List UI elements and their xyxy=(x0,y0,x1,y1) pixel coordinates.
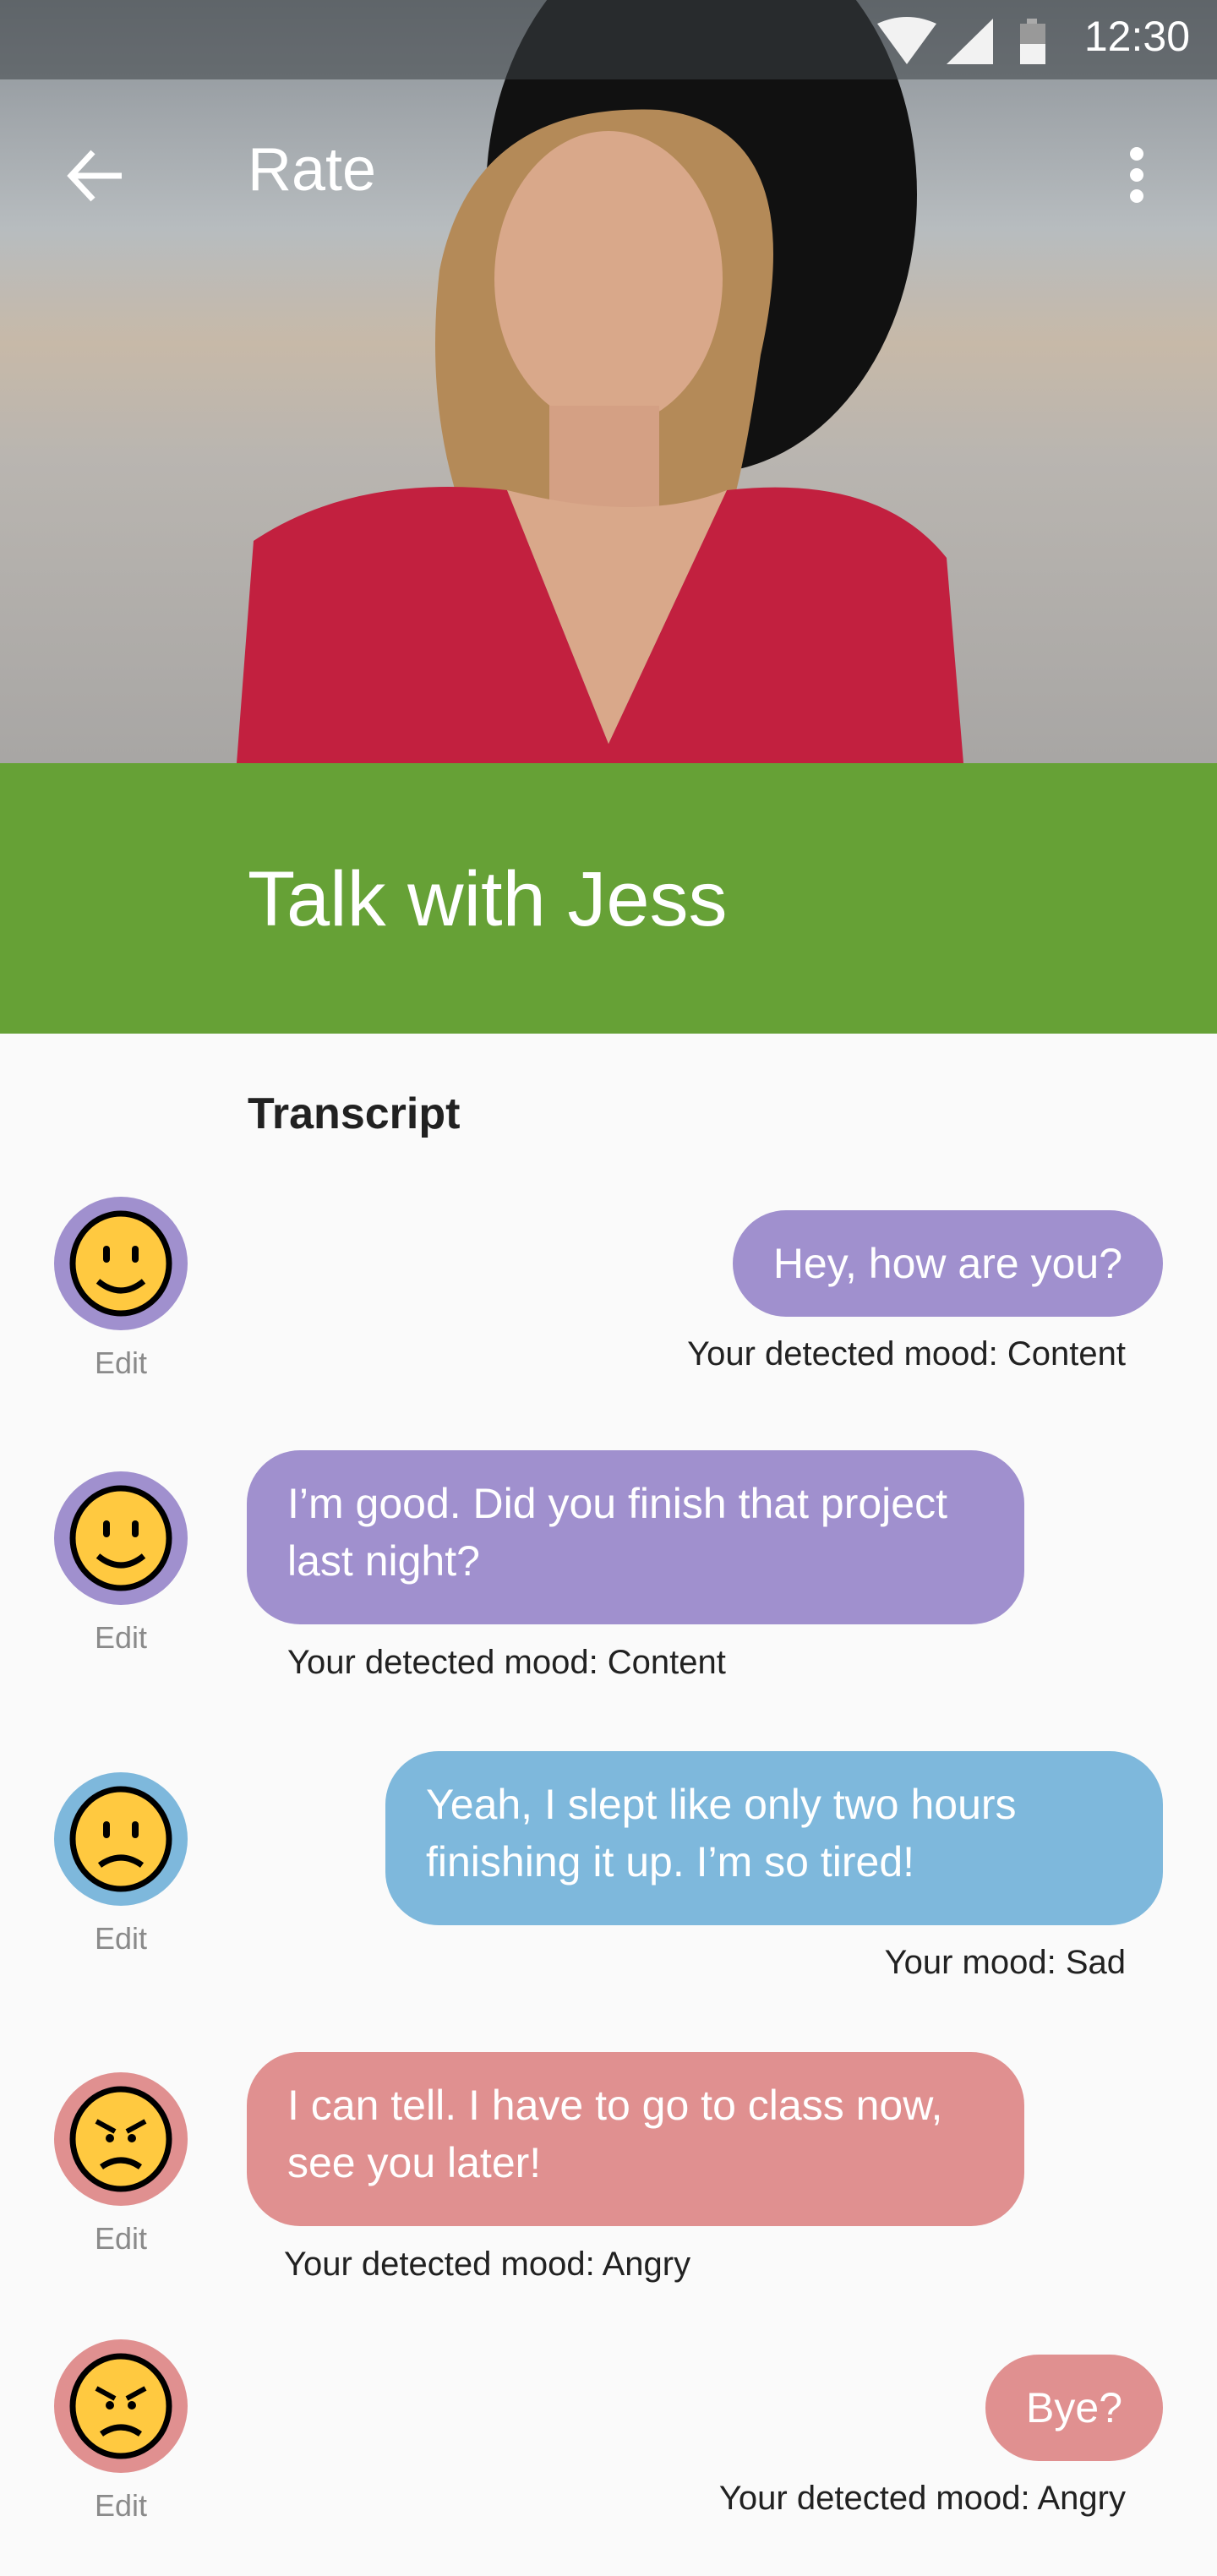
status-time: 12:30 xyxy=(1083,13,1190,60)
status-bar: 12:30 xyxy=(0,0,1217,79)
back-button[interactable] xyxy=(66,149,125,203)
edit-mood-button[interactable]: Edit xyxy=(54,1620,188,1656)
mood-label: Your detected mood: Angry xyxy=(718,2480,1126,2517)
smile-face-icon xyxy=(69,1485,172,1591)
toolbar-title: Rate xyxy=(248,136,377,204)
profile-photo xyxy=(0,0,1217,763)
angry-face-icon xyxy=(69,2353,172,2459)
more-options-button[interactable] xyxy=(1124,145,1149,205)
message-bubble: I can tell. I have to go to class now, s… xyxy=(247,2052,1024,2226)
mood-avatar[interactable] xyxy=(54,1471,188,1605)
smile-face-icon xyxy=(69,1210,172,1317)
signal-icon xyxy=(947,19,993,64)
edit-mood-button[interactable]: Edit xyxy=(54,1921,188,1957)
transcript-heading: Transcript xyxy=(248,1089,461,1138)
mood-label: Your mood: Sad xyxy=(884,1944,1126,1981)
sad-face-icon xyxy=(69,1786,172,1892)
message-bubble: I’m good. Did you finish that project la… xyxy=(247,1450,1024,1624)
edit-mood-button[interactable]: Edit xyxy=(54,2488,188,2524)
message-bubble: Yeah, I slept like only two hours finish… xyxy=(385,1751,1163,1925)
edit-mood-button[interactable]: Edit xyxy=(54,2221,188,2257)
mood-label: Your detected mood: Angry xyxy=(284,2246,691,2283)
message-bubble: Hey, how are you? xyxy=(732,1210,1163,1317)
mood-avatar[interactable] xyxy=(54,2072,188,2206)
mood-label: Your detected mood: Content xyxy=(687,1335,1126,1373)
wifi-icon xyxy=(877,17,993,64)
angry-face-icon xyxy=(69,2086,172,2192)
mood-avatar[interactable] xyxy=(54,1772,188,1906)
conversation-title: Talk with Jess xyxy=(248,856,728,942)
mood-avatar[interactable] xyxy=(54,2339,188,2473)
mood-label: Your detected mood: Content xyxy=(287,1644,726,1681)
mood-avatar[interactable] xyxy=(54,1197,188,1330)
message-bubble: Bye? xyxy=(985,2355,1163,2461)
edit-mood-button[interactable]: Edit xyxy=(54,1345,188,1381)
battery-icon xyxy=(1020,19,1045,64)
